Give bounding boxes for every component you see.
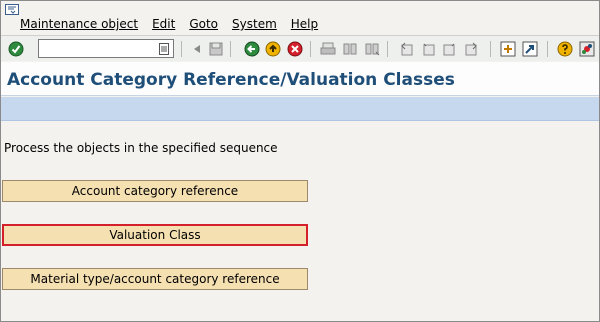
customize-layout-icon[interactable] xyxy=(578,40,596,58)
toolbar-separator xyxy=(490,41,491,57)
menu: Maintenance object Edit Goto System Help xyxy=(20,17,332,33)
menu-goto[interactable]: Goto xyxy=(189,17,218,33)
toolbar-separator xyxy=(387,41,388,57)
page-title: Account Category Reference/Valuation Cla… xyxy=(7,70,455,90)
toolbar-separator xyxy=(547,41,548,57)
menu-system[interactable]: System xyxy=(232,17,277,33)
menu-edit[interactable]: Edit xyxy=(152,17,175,33)
back-icon[interactable] xyxy=(243,40,261,58)
cancel-icon[interactable] xyxy=(286,40,304,58)
find-next-icon[interactable] xyxy=(363,40,381,58)
valuation-class-button[interactable]: Valuation Class xyxy=(2,224,308,246)
instruction-text: Process the objects in the specified seq… xyxy=(4,141,278,155)
next-page-icon[interactable] xyxy=(441,40,459,58)
toolbar-separator xyxy=(230,41,231,57)
previous-page-icon[interactable] xyxy=(419,40,437,58)
exit-icon[interactable] xyxy=(264,40,282,58)
command-field[interactable] xyxy=(38,39,174,58)
last-page-icon[interactable] xyxy=(463,40,481,58)
application-toolbar xyxy=(1,97,599,121)
menu-bar: Maintenance object Edit Goto System Help xyxy=(1,1,599,35)
menu-help[interactable]: Help xyxy=(291,17,318,33)
toolbar-separator xyxy=(181,41,182,57)
first-page-icon[interactable] xyxy=(397,40,415,58)
enter-icon[interactable] xyxy=(7,40,25,58)
help-icon[interactable] xyxy=(556,40,574,58)
print-icon[interactable] xyxy=(319,40,337,58)
material-type-account-category-reference-button[interactable]: Material type/account category reference xyxy=(2,268,308,290)
standard-toolbar xyxy=(1,35,599,61)
command-dropdown-icon[interactable] xyxy=(157,41,171,57)
create-session-icon[interactable] xyxy=(499,40,517,58)
system-menu-icon[interactable] xyxy=(5,4,19,15)
shortcut-icon[interactable] xyxy=(521,40,539,58)
account-category-reference-button[interactable]: Account category reference xyxy=(2,180,308,202)
title-bar: Account Category Reference/Valuation Cla… xyxy=(1,62,599,96)
main-content: Process the objects in the specified seq… xyxy=(1,122,599,321)
save-icon[interactable] xyxy=(207,40,225,58)
back-arrow-icon[interactable] xyxy=(188,40,206,58)
menu-maintenance-object[interactable]: Maintenance object xyxy=(20,17,138,33)
find-icon[interactable] xyxy=(341,40,359,58)
toolbar-separator xyxy=(310,41,311,57)
